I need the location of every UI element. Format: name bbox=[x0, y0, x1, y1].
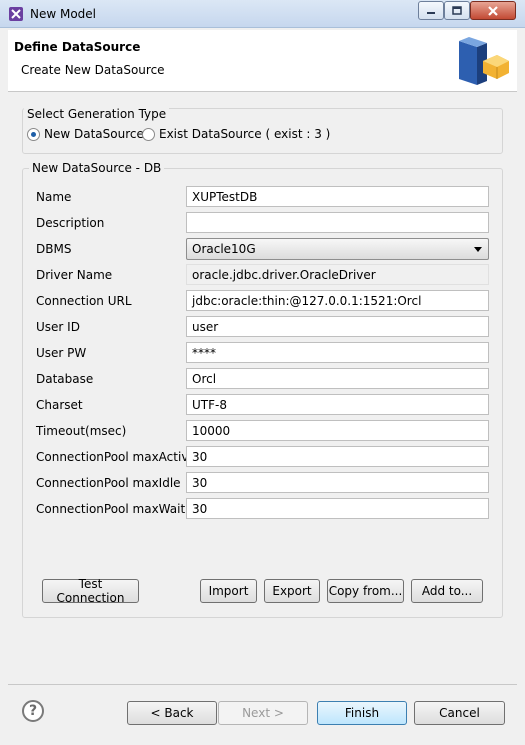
page-title: Define DataSource bbox=[14, 40, 141, 54]
charset-label: Charset bbox=[36, 398, 83, 412]
radio-button-checked[interactable] bbox=[27, 127, 40, 141]
connection-url-input[interactable]: jdbc:oracle:thin:@127.0.0.1:1521:Orcl bbox=[186, 290, 489, 311]
maximize-button[interactable] bbox=[444, 1, 470, 20]
cancel-button[interactable]: Cancel bbox=[414, 701, 505, 725]
maximize-icon bbox=[452, 6, 462, 15]
help-icon[interactable]: ? bbox=[22, 700, 44, 722]
user-pw-label: User PW bbox=[36, 346, 87, 360]
minimize-button[interactable] bbox=[418, 1, 444, 20]
max-wait-input[interactable]: 30 bbox=[186, 498, 489, 519]
app-icon bbox=[9, 7, 23, 21]
test-connection-button[interactable]: Test Connection bbox=[42, 577, 139, 605]
minimize-icon bbox=[427, 11, 435, 14]
radio-button[interactable] bbox=[142, 127, 155, 141]
export-button[interactable]: Export bbox=[264, 579, 320, 603]
dropdown-arrow-icon[interactable] bbox=[474, 247, 482, 252]
generation-type-legend: Select Generation Type bbox=[24, 107, 170, 121]
radio-label: Exist DataSource ( exist : 3 ) bbox=[159, 127, 331, 141]
max-idle-label: ConnectionPool maxIdle bbox=[36, 476, 181, 490]
connection-url-label: Connection URL bbox=[36, 294, 132, 308]
max-active-label: ConnectionPool maxActive bbox=[36, 450, 196, 464]
next-button: Next > bbox=[218, 701, 308, 725]
radio-new-datasource[interactable]: New DataSource bbox=[27, 127, 144, 141]
max-wait-label: ConnectionPool maxWait bbox=[36, 502, 186, 516]
name-input[interactable]: XUPTestDB bbox=[186, 186, 489, 207]
dbms-label: DBMS bbox=[36, 242, 72, 256]
driver-name-field: oracle.jdbc.driver.OracleDriver bbox=[186, 264, 489, 285]
close-button[interactable] bbox=[470, 1, 516, 20]
footer-divider bbox=[8, 684, 517, 685]
copy-from-button[interactable]: Copy from... bbox=[327, 579, 404, 603]
datasource-icon bbox=[459, 37, 509, 85]
import-button[interactable]: Import bbox=[200, 579, 257, 603]
database-input[interactable]: Orcl bbox=[186, 368, 489, 389]
finish-button[interactable]: Finish bbox=[317, 701, 407, 725]
dbms-selected-value: Oracle10G bbox=[192, 242, 256, 256]
radio-exist-datasource[interactable]: Exist DataSource ( exist : 3 ) bbox=[142, 127, 330, 141]
charset-input[interactable]: UTF-8 bbox=[186, 394, 489, 415]
description-label: Description bbox=[36, 216, 105, 230]
database-label: Database bbox=[36, 372, 94, 386]
window-title: New Model bbox=[30, 7, 97, 21]
datasource-db-group bbox=[22, 168, 503, 618]
user-pw-input[interactable]: **** bbox=[186, 342, 489, 363]
user-id-label: User ID bbox=[36, 320, 80, 334]
timeout-input[interactable]: 10000 bbox=[186, 420, 489, 441]
close-icon bbox=[488, 5, 498, 16]
description-input[interactable] bbox=[186, 212, 489, 233]
user-id-input[interactable]: user bbox=[186, 316, 489, 337]
max-active-input[interactable]: 30 bbox=[186, 446, 489, 467]
window-titlebar: New Model bbox=[0, 0, 525, 28]
radio-label: New DataSource bbox=[44, 127, 144, 141]
max-idle-input[interactable]: 30 bbox=[186, 472, 489, 493]
page-subtitle: Create New DataSource bbox=[21, 63, 165, 77]
add-to-button[interactable]: Add to... bbox=[411, 579, 483, 603]
dbms-select[interactable]: Oracle10G bbox=[186, 238, 489, 260]
datasource-db-legend: New DataSource - DB bbox=[29, 161, 165, 175]
wizard-header: Define DataSource Create New DataSource bbox=[8, 30, 517, 92]
timeout-label: Timeout(msec) bbox=[36, 424, 127, 438]
name-label: Name bbox=[36, 190, 72, 204]
back-button[interactable]: < Back bbox=[127, 701, 217, 725]
driver-name-label: Driver Name bbox=[36, 268, 113, 282]
